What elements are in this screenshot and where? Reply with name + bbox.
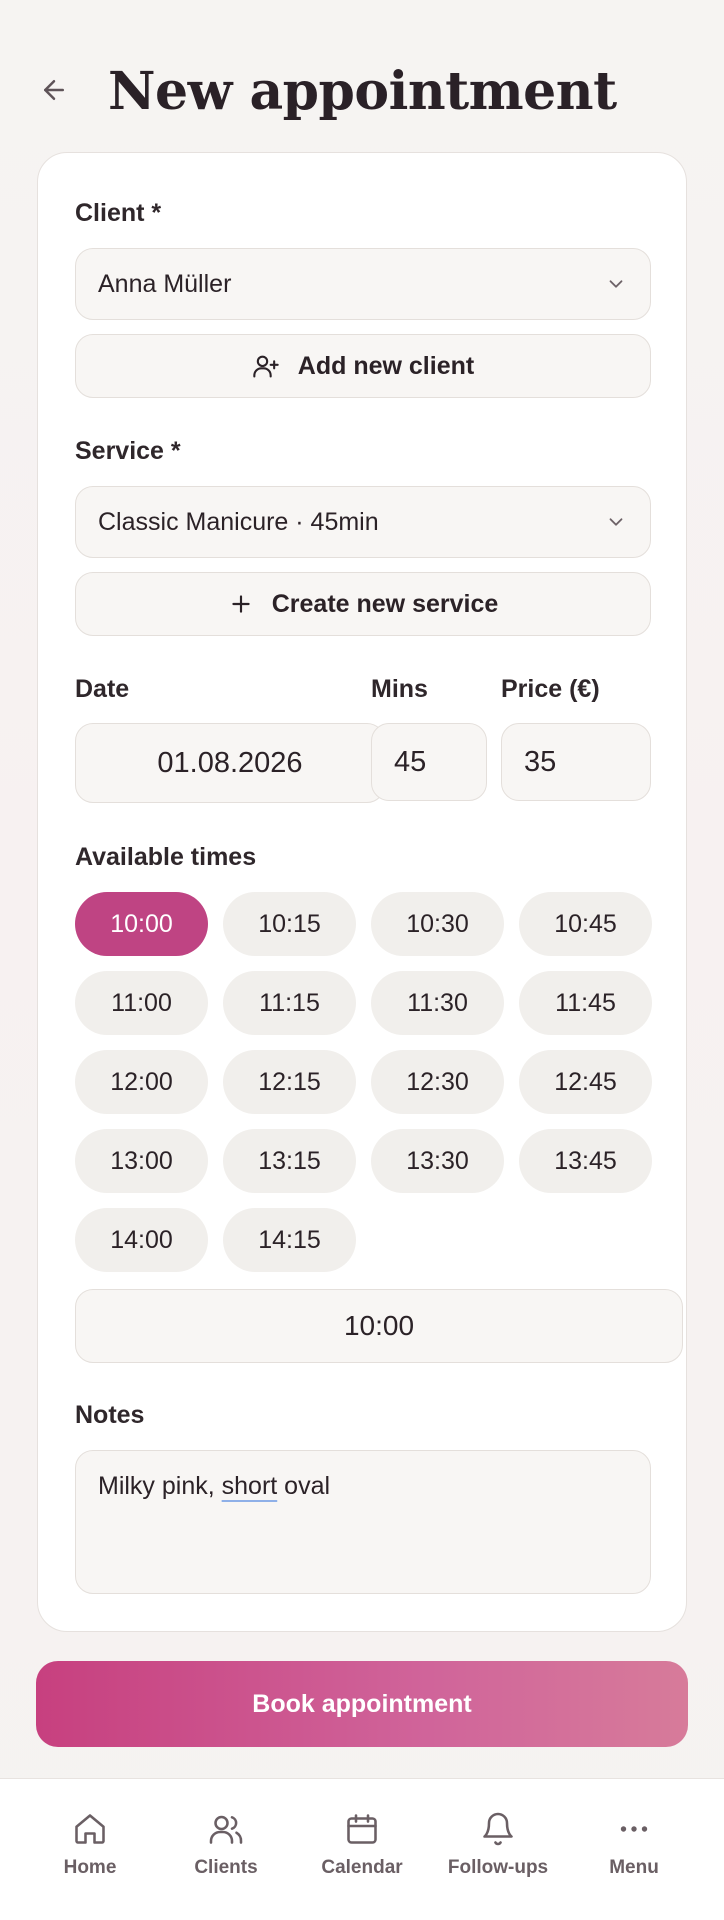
price-input-value: 35	[524, 745, 557, 778]
time-slot[interactable]: 13:15	[223, 1129, 356, 1193]
tab-home-label: Home	[63, 1857, 117, 1878]
back-button[interactable]	[36, 72, 72, 108]
time-slot[interactable]: 11:00	[75, 971, 208, 1035]
service-select-value: Classic Manicure · 45min	[98, 507, 379, 536]
time-slot[interactable]: 14:15	[223, 1208, 356, 1272]
add-new-client-label: Add new client	[297, 351, 475, 380]
tab-menu[interactable]: Menu	[569, 1809, 699, 1879]
time-slot[interactable]: 13:30	[371, 1129, 504, 1193]
tab-calendar[interactable]: Calendar	[297, 1809, 427, 1879]
tab-follow-ups[interactable]: Follow-ups	[433, 1809, 563, 1879]
chevron-down-icon	[604, 272, 628, 296]
notes-text-end: oval	[277, 1472, 331, 1500]
time-slot[interactable]: 12:45	[519, 1050, 652, 1114]
users-icon	[206, 1809, 246, 1849]
time-slot[interactable]: 12:30	[371, 1050, 504, 1114]
time-slot[interactable]: 11:30	[371, 971, 504, 1035]
time-slot[interactable]: 10:45	[519, 892, 652, 956]
add-new-client-button[interactable]: Add new client	[75, 334, 651, 398]
tab-home[interactable]: Home	[25, 1809, 155, 1879]
mins-input-value: 45	[394, 745, 427, 778]
client-select-value: Anna Müller	[98, 269, 232, 298]
notes-label: Notes	[75, 1401, 145, 1429]
client-label: Client *	[75, 199, 162, 227]
notes-text-misspelled: short	[221, 1472, 278, 1500]
create-new-service-label: Create new service	[271, 589, 499, 618]
bell-icon	[478, 1809, 518, 1849]
user-plus-icon	[252, 352, 280, 380]
service-label: Service *	[75, 437, 181, 465]
time-slot[interactable]: 10:00	[75, 892, 208, 956]
client-select[interactable]: Anna Müller	[75, 248, 651, 320]
appointment-form-card: Client * Anna Müller Add new client Serv…	[37, 152, 687, 1632]
chevron-down-icon	[604, 510, 628, 534]
time-slot[interactable]: 12:15	[223, 1050, 356, 1114]
date-label: Date	[75, 675, 130, 703]
time-slot[interactable]: 11:15	[223, 971, 356, 1035]
plus-icon	[228, 591, 254, 617]
price-input[interactable]: 35	[501, 723, 651, 801]
price-label: Price (€)	[501, 675, 600, 703]
time-slot[interactable]: 12:00	[75, 1050, 208, 1114]
time-slot[interactable]: 13:00	[75, 1129, 208, 1193]
mins-label: Mins	[371, 675, 428, 703]
time-slots-grid: 10:00 10:15 10:30 10:45 11:00 11:15 11:30 11:45…	[75, 892, 652, 1272]
calendar-icon	[342, 1809, 382, 1849]
arrow-left-icon	[44, 80, 64, 100]
selected-time-field[interactable]: 10:00	[75, 1289, 683, 1363]
service-select[interactable]: Classic Manicure · 45min	[75, 486, 651, 558]
time-slot[interactable]: 14:00	[75, 1208, 208, 1272]
header: New appointment	[0, 0, 724, 150]
notes-text: Milky pink,	[98, 1472, 222, 1500]
mins-input[interactable]: 45	[371, 723, 487, 801]
notes-textarea[interactable]: Milky pink, short oval	[75, 1450, 651, 1594]
time-slot[interactable]: 10:30	[371, 892, 504, 956]
tab-menu-label: Menu	[609, 1857, 659, 1878]
date-input[interactable]: 01.08.2026	[75, 723, 385, 803]
time-slot[interactable]: 10:15	[223, 892, 356, 956]
tab-clients[interactable]: Clients	[161, 1809, 291, 1879]
more-icon	[614, 1809, 654, 1849]
available-times-label: Available times	[75, 843, 257, 871]
home-icon	[70, 1809, 110, 1849]
bottom-tab-bar: Home Clients Calendar Follow-ups Menu	[0, 1778, 724, 1920]
time-slot[interactable]: 13:45	[519, 1129, 652, 1193]
book-appointment-button[interactable]: Book appointment	[36, 1661, 688, 1747]
tab-follow-ups-label: Follow-ups	[447, 1857, 549, 1878]
time-slot[interactable]: 11:45	[519, 971, 652, 1035]
tab-calendar-label: Calendar	[321, 1857, 403, 1878]
page-title: New appointment	[108, 61, 617, 122]
date-input-value: 01.08.2026	[157, 746, 303, 779]
selected-time-value: 10:00	[343, 1310, 415, 1341]
tab-clients-label: Clients	[194, 1857, 258, 1878]
create-new-service-button[interactable]: Create new service	[75, 572, 651, 636]
